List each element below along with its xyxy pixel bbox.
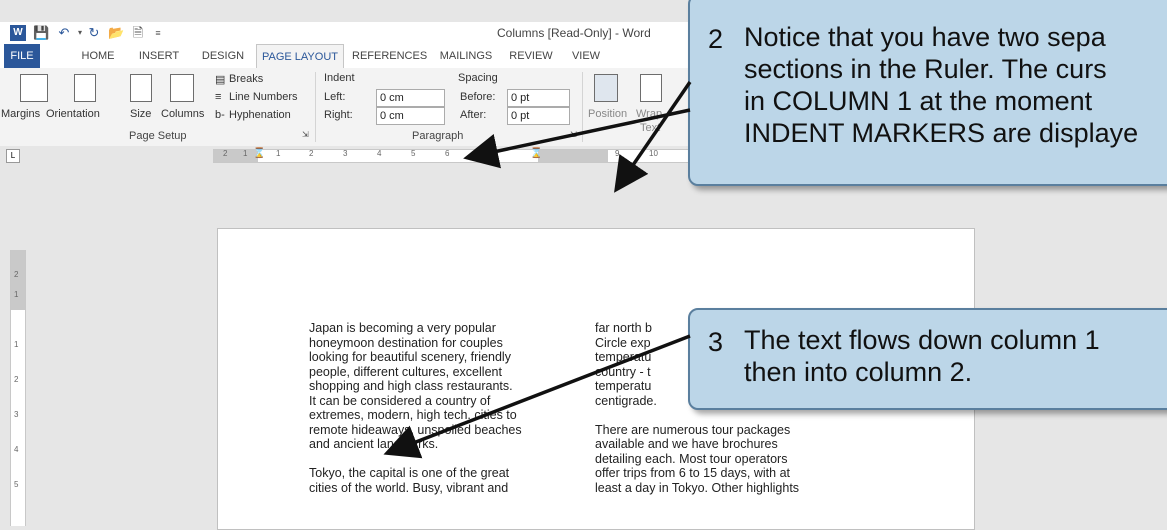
arrow-to-column-1-text	[383, 334, 691, 459]
arrow-to-left-indent	[463, 108, 691, 169]
arrow-to-column-marker	[614, 81, 692, 193]
annotation-arrows	[383, 81, 692, 459]
